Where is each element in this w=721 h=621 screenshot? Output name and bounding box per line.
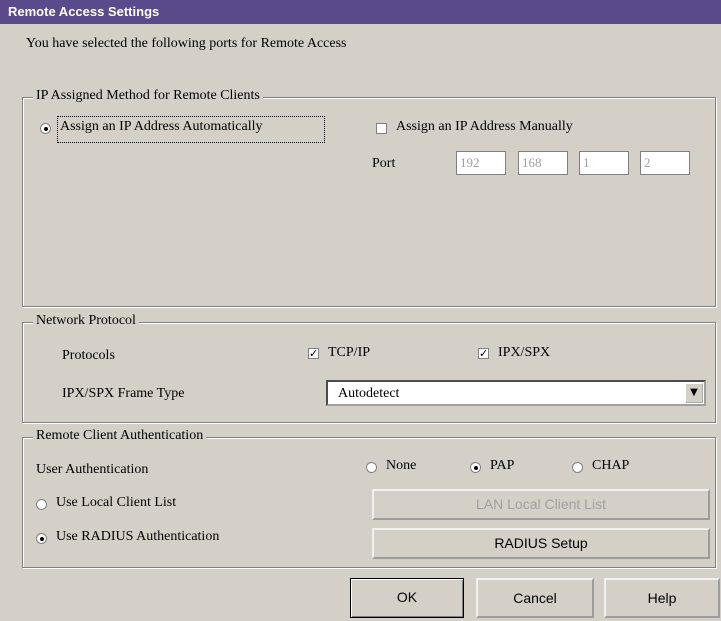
assign-ip-auto-radio[interactable] bbox=[40, 123, 51, 134]
ipxspx-checkbox[interactable]: ✓ bbox=[478, 348, 489, 359]
auth-pap-label[interactable]: PAP bbox=[490, 458, 514, 474]
ip-octet-3-field[interactable]: 1 bbox=[579, 151, 629, 175]
user-authentication-label: User Authentication bbox=[36, 462, 149, 477]
radius-setup-button[interactable]: RADIUS Setup bbox=[372, 528, 710, 559]
auth-group-title: Remote Client Authentication bbox=[33, 428, 207, 444]
network-group-title: Network Protocol bbox=[33, 313, 139, 329]
lan-local-client-list-button[interactable]: LAN Local Client List bbox=[372, 489, 710, 520]
ok-button[interactable]: OK bbox=[350, 578, 464, 618]
auth-chap-label[interactable]: CHAP bbox=[592, 458, 629, 474]
ip-octet-2-field[interactable]: 168 bbox=[518, 151, 568, 175]
frame-type-select[interactable]: Autodetect ▼ bbox=[326, 380, 706, 406]
ipxspx-label[interactable]: IPX/SPX bbox=[498, 345, 550, 361]
frame-type-value: Autodetect bbox=[338, 386, 400, 401]
ip-group-title: IP Assigned Method for Remote Clients bbox=[33, 88, 263, 104]
tcpip-checkbox[interactable]: ✓ bbox=[308, 348, 319, 359]
check-mark-icon: ✓ bbox=[309, 347, 319, 360]
network-protocol-group: Network Protocol bbox=[22, 313, 716, 423]
use-local-client-list-radio[interactable] bbox=[36, 499, 47, 510]
chevron-down-icon[interactable]: ▼ bbox=[685, 383, 703, 403]
use-radius-label[interactable]: Use RADIUS Authentication bbox=[56, 529, 219, 545]
use-local-client-list-label[interactable]: Use Local Client List bbox=[56, 495, 176, 511]
intro-text: You have selected the following ports fo… bbox=[26, 36, 347, 51]
use-radius-radio[interactable] bbox=[36, 533, 47, 544]
cancel-button[interactable]: Cancel bbox=[476, 578, 594, 618]
ip-octet-1-field[interactable]: 192 bbox=[456, 151, 506, 175]
protocols-label: Protocols bbox=[62, 348, 115, 363]
ip-octet-4-field[interactable]: 2 bbox=[640, 151, 690, 175]
help-button[interactable]: Help bbox=[604, 578, 720, 618]
auth-chap-radio[interactable] bbox=[572, 462, 583, 473]
auth-none-radio[interactable] bbox=[366, 462, 377, 473]
frame-type-label: IPX/SPX Frame Type bbox=[62, 386, 185, 401]
auth-none-label[interactable]: None bbox=[386, 458, 416, 474]
tcpip-label[interactable]: TCP/IP bbox=[328, 345, 370, 361]
assign-ip-manual-checkbox[interactable] bbox=[376, 123, 387, 134]
assign-ip-manual-label[interactable]: Assign an IP Address Manually bbox=[396, 119, 573, 135]
port-label: Port bbox=[372, 156, 396, 171]
window-title: Remote Access Settings bbox=[0, 0, 721, 24]
auth-pap-radio[interactable] bbox=[470, 462, 481, 473]
assign-ip-auto-label[interactable]: Assign an IP Address Automatically bbox=[60, 119, 262, 135]
remote-access-settings-window: Remote Access Settings You have selected… bbox=[0, 0, 721, 621]
check-mark-icon: ✓ bbox=[479, 347, 489, 360]
